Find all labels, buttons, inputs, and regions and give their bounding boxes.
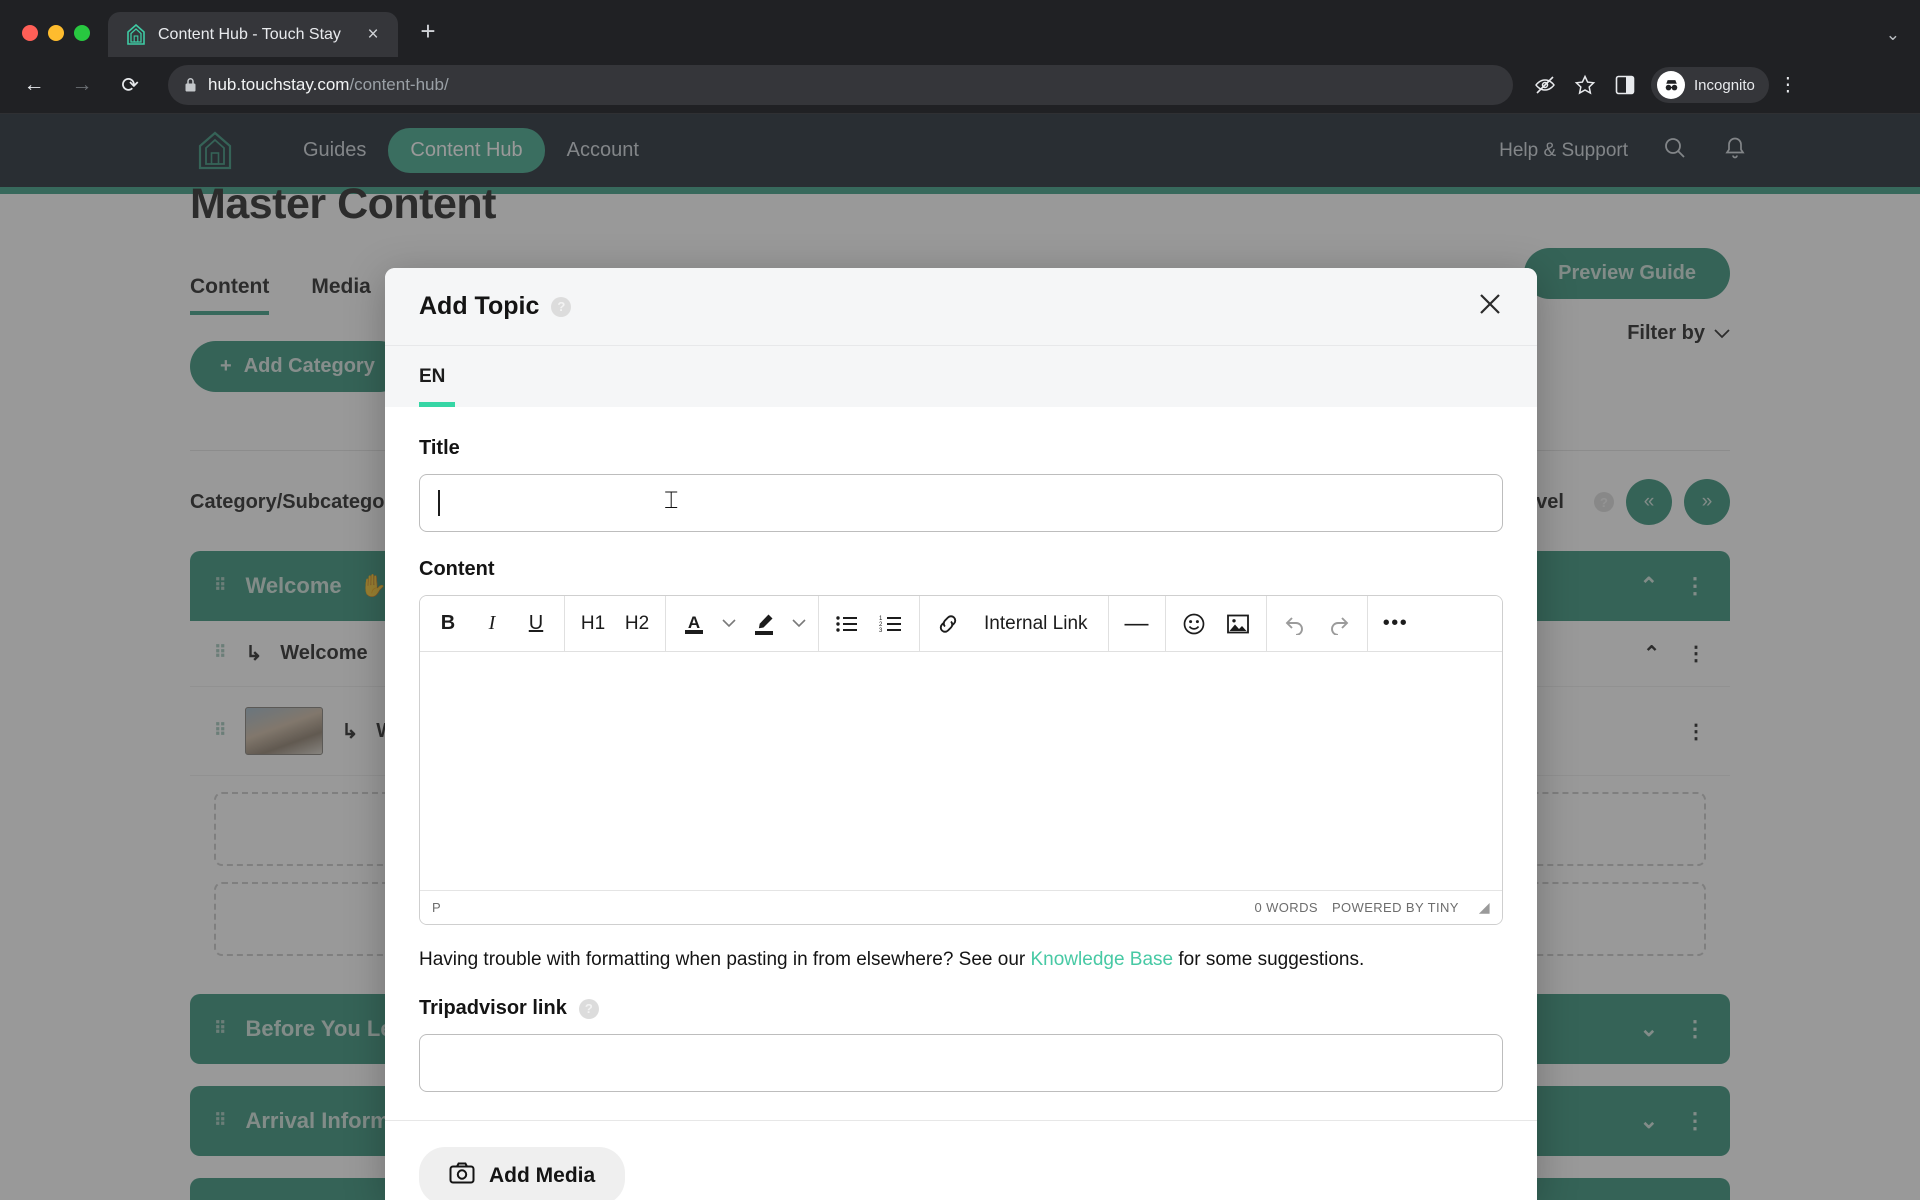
tripadvisor-label-text: Tripadvisor link xyxy=(419,997,567,1019)
editor-content-area[interactable] xyxy=(420,652,1502,890)
editor-status-bar: P 0 WORDS POWERED BY TINY ◢ xyxy=(420,890,1502,924)
url-path: /content-hub/ xyxy=(349,75,449,94)
highlight-color-button[interactable] xyxy=(742,602,786,646)
modal-header: Add Topic ? xyxy=(385,268,1537,346)
help-text-before: Having trouble with formatting when past… xyxy=(419,949,1031,970)
close-window-button[interactable] xyxy=(22,25,38,41)
modal-title: Add Topic xyxy=(419,292,540,320)
camera-icon xyxy=(449,1162,475,1190)
title-input[interactable]: ⌶ xyxy=(419,474,1503,532)
editor-element-path: P xyxy=(432,900,441,915)
address-bar-url: hub.touchstay.com/content-hub/ xyxy=(208,75,449,95)
browser-tab-strip: Content Hub - Touch Stay × + ⌄ xyxy=(0,0,1920,57)
incognito-avatar-icon xyxy=(1657,71,1685,99)
link-icon[interactable] xyxy=(926,602,970,646)
reload-button[interactable]: ⟳ xyxy=(110,65,150,105)
emoji-icon[interactable] xyxy=(1172,602,1216,646)
language-tab-en[interactable]: EN xyxy=(419,366,455,407)
bold-button[interactable]: B xyxy=(426,602,470,646)
insert-image-icon[interactable] xyxy=(1216,602,1260,646)
editor-toolbar: B I U H1 H2 A 1 2 3 Internal Link — ••• xyxy=(420,596,1502,652)
screen: Content Hub - Touch Stay × + ⌄ ← → ⟳ hub… xyxy=(0,0,1920,1200)
rich-text-editor: B I U H1 H2 A 1 2 3 Internal Link — ••• … xyxy=(419,595,1503,925)
title-field-label: Title xyxy=(419,437,460,459)
side-panel-icon[interactable] xyxy=(1607,67,1643,103)
tripadvisor-input[interactable] xyxy=(419,1034,1503,1092)
browser-toolbar-actions: Incognito ⋮ xyxy=(1527,67,1803,103)
text-caret xyxy=(438,490,440,516)
knowledge-base-link[interactable]: Knowledge Base xyxy=(1031,949,1174,970)
bookmark-star-icon[interactable] xyxy=(1567,67,1603,103)
add-media-label: Add Media xyxy=(489,1164,596,1187)
new-tab-button[interactable]: + xyxy=(412,15,444,47)
svg-text:A: A xyxy=(688,613,700,632)
address-bar[interactable]: hub.touchstay.com/content-hub/ xyxy=(168,65,1513,105)
bullet-list-icon[interactable] xyxy=(825,602,869,646)
tab-close-icon[interactable]: × xyxy=(360,22,386,48)
tabstrip-overflow[interactable]: ⌄ xyxy=(1886,25,1920,57)
add-media-button[interactable]: Add Media xyxy=(419,1147,626,1200)
underline-button[interactable]: U xyxy=(514,602,558,646)
help-text-after: for some suggestions. xyxy=(1173,949,1365,970)
incognito-label: Incognito xyxy=(1694,76,1755,94)
word-count: 0 WORDS xyxy=(1254,900,1318,915)
tripadvisor-help-icon[interactable]: ? xyxy=(578,998,599,1019)
toolbar-group-insert xyxy=(1166,596,1267,651)
modal-help-icon[interactable]: ? xyxy=(551,296,572,317)
modal-close-icon[interactable] xyxy=(1477,291,1503,322)
numbered-list-icon[interactable]: 123 xyxy=(869,602,913,646)
toolbar-group-hr: — xyxy=(1109,596,1166,651)
toolbar-group-link: Internal Link xyxy=(920,596,1109,651)
svg-text:3: 3 xyxy=(879,628,883,634)
touchstay-favicon-icon xyxy=(126,23,146,46)
heading-2-button[interactable]: H2 xyxy=(615,602,659,646)
modal-body: Title ⌶ Content B I U H1 H2 A 1 2 3 Inte… xyxy=(385,407,1537,1092)
add-topic-modal: Add Topic ? EN Title ⌶ Content B I U H1 … xyxy=(385,268,1537,1200)
horizontal-rule-button[interactable]: — xyxy=(1115,602,1159,646)
lock-icon xyxy=(184,77,197,93)
forward-button[interactable]: → xyxy=(62,65,102,105)
minimize-window-button[interactable] xyxy=(48,25,64,41)
browser-tab[interactable]: Content Hub - Touch Stay × xyxy=(108,12,398,57)
url-host: hub.touchstay.com xyxy=(208,75,350,94)
modal-footer: Add Media xyxy=(385,1121,1537,1200)
toolbar-group-more: ••• xyxy=(1368,596,1424,651)
maximize-window-button[interactable] xyxy=(74,25,90,41)
more-options-button[interactable]: ••• xyxy=(1374,602,1418,646)
redo-icon[interactable] xyxy=(1317,602,1361,646)
browser-tab-title: Content Hub - Touch Stay xyxy=(158,25,341,43)
eye-slash-icon[interactable] xyxy=(1527,67,1563,103)
internal-link-button[interactable]: Internal Link xyxy=(970,602,1102,646)
editor-status-right: 0 WORDS POWERED BY TINY ◢ xyxy=(1254,899,1490,916)
toolbar-group-history xyxy=(1267,596,1368,651)
undo-icon[interactable] xyxy=(1273,602,1317,646)
browser-toolbar: ← → ⟳ hub.touchstay.com/content-hub/ Inc… xyxy=(0,57,1920,114)
text-color-button[interactable]: A xyxy=(672,602,716,646)
toolbar-group-lists: 123 xyxy=(819,596,920,651)
toolbar-group-colors: A xyxy=(666,596,819,651)
browser-menu-button[interactable]: ⋮ xyxy=(1773,74,1803,97)
heading-1-button[interactable]: H1 xyxy=(571,602,615,646)
back-button[interactable]: ← xyxy=(14,65,54,105)
highlight-color-chevron-down-icon[interactable] xyxy=(786,602,812,646)
italic-button[interactable]: I xyxy=(470,602,514,646)
language-tabs: EN xyxy=(385,346,1537,407)
tripadvisor-field-label: Tripadvisor link ? xyxy=(419,997,1503,1020)
text-color-chevron-down-icon[interactable] xyxy=(716,602,742,646)
window-traffic-lights xyxy=(0,25,108,57)
toolbar-group-headings: H1 H2 xyxy=(565,596,666,651)
powered-by-tiny: POWERED BY TINY xyxy=(1331,900,1459,915)
chevron-down-icon[interactable]: ⌄ xyxy=(1886,25,1900,44)
editor-resize-handle[interactable]: ◢ xyxy=(1479,899,1490,916)
mouse-cursor-ibeam: ⌶ xyxy=(664,488,679,514)
toolbar-group-format: B I U xyxy=(420,596,565,651)
incognito-profile-button[interactable]: Incognito xyxy=(1651,67,1769,103)
formatting-help-text: Having trouble with formatting when past… xyxy=(419,949,1503,971)
content-field-label: Content xyxy=(419,558,495,580)
